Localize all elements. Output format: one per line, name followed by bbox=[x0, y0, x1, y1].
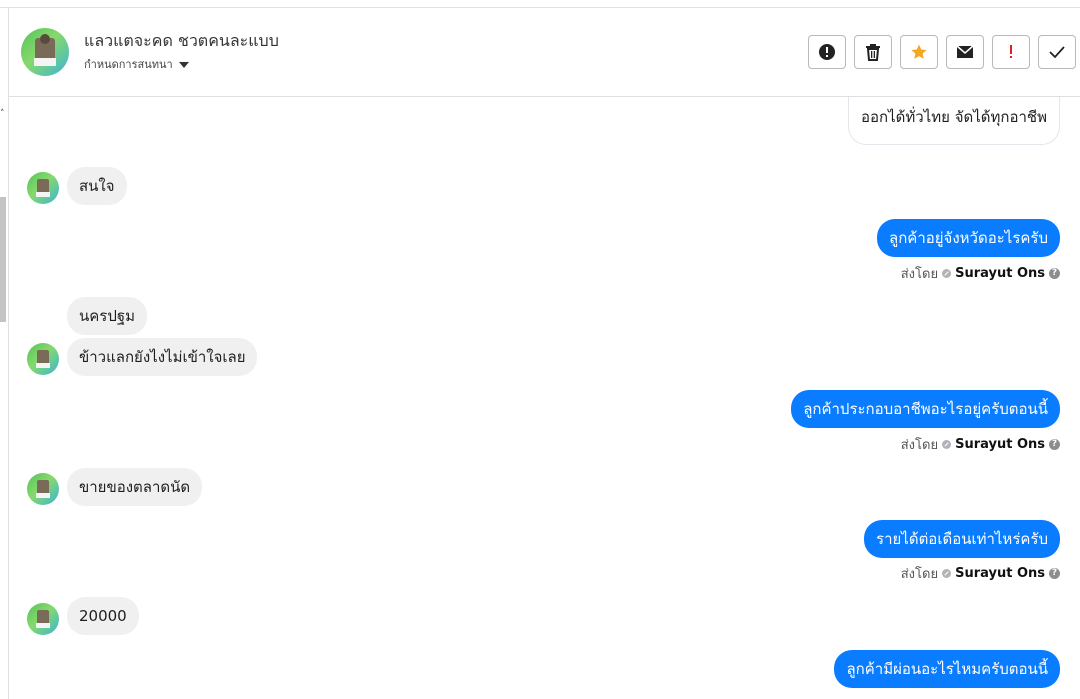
contact-avatar-small[interactable] bbox=[27, 473, 59, 505]
message-bubble-outgoing[interactable]: ลูกค้าประกอบอาชีพอะไรอยู่ครับตอนนี้ bbox=[791, 390, 1060, 428]
left-panel-scrollbar[interactable] bbox=[0, 197, 6, 322]
delete-button[interactable] bbox=[854, 35, 892, 69]
help-icon[interactable]: ? bbox=[1049, 268, 1060, 279]
contact-avatar[interactable] bbox=[21, 28, 69, 76]
sent-by-agent[interactable]: Surayut Ons bbox=[955, 437, 1045, 452]
conversation-setting-label: กำหนดการสนทนา bbox=[84, 58, 173, 71]
message-bubble-outgoing[interactable]: ลูกค้าอยู่จังหวัดอะไรครับ bbox=[877, 219, 1060, 257]
spam-button[interactable] bbox=[992, 35, 1030, 69]
help-icon[interactable]: ? bbox=[1049, 439, 1060, 450]
check-icon bbox=[1049, 46, 1065, 59]
sent-by-label: ส่งโดย bbox=[900, 438, 939, 453]
envelope-icon bbox=[956, 45, 974, 58]
report-button[interactable] bbox=[808, 35, 846, 69]
verified-dot-icon bbox=[942, 440, 952, 449]
contact-name[interactable]: แลวแตจะคด ชวตคนละแบบ bbox=[84, 29, 279, 54]
done-button[interactable] bbox=[1038, 35, 1076, 69]
message-thread[interactable]: ออกได้ทั่วไทย จัดได้ทุกอาชีพ สนใจ ลูกค้า… bbox=[9, 97, 1080, 699]
verified-dot-icon bbox=[942, 569, 952, 578]
star-button[interactable] bbox=[900, 35, 938, 69]
message-bubble-outgoing[interactable]: ลูกค้ามีผ่อนอะไรไหมครับตอนนี้ bbox=[834, 650, 1060, 688]
help-icon[interactable]: ? bbox=[1049, 568, 1060, 579]
trash-icon bbox=[866, 44, 880, 61]
verified-dot-icon bbox=[942, 269, 952, 278]
exclamation-circle-icon bbox=[819, 44, 835, 60]
message-bubble-incoming[interactable]: 20000 bbox=[67, 597, 139, 635]
message-bubble-incoming[interactable]: นครปฐม bbox=[67, 297, 148, 335]
sent-by-label: ส่งโดย bbox=[900, 567, 939, 582]
message-bubble-outgoing[interactable]: รายได้ต่อเดือนเท่าไหร่ครับ bbox=[864, 520, 1060, 558]
contact-avatar-small[interactable] bbox=[27, 172, 59, 204]
message-bubble-outgoing[interactable]: ออกได้ทั่วไทย จัดได้ทุกอาชีพ bbox=[848, 97, 1060, 145]
star-icon bbox=[911, 44, 927, 59]
contact-avatar-small[interactable] bbox=[27, 603, 59, 635]
sent-by-info: ส่งโดย Surayut Ons ? bbox=[901, 434, 1060, 455]
message-bubble-incoming[interactable]: ข้าวแลกยังไงไม่เข้าใจเลย bbox=[67, 338, 258, 376]
caret-up-icon: ˄ bbox=[0, 109, 5, 119]
sent-by-info: ส่งโดย Surayut Ons ? bbox=[901, 563, 1060, 584]
message-bubble-incoming[interactable]: ขายของตลาดนัด bbox=[67, 468, 203, 506]
sent-by-label: ส่งโดย bbox=[900, 267, 939, 282]
sent-by-info: ส่งโดย Surayut Ons ? bbox=[901, 263, 1060, 284]
contact-avatar-small[interactable] bbox=[27, 343, 59, 375]
exclamation-icon bbox=[1010, 45, 1012, 58]
sent-by-agent[interactable]: Surayut Ons bbox=[955, 266, 1045, 281]
mark-unread-button[interactable] bbox=[946, 35, 984, 69]
caret-down-icon bbox=[178, 62, 189, 68]
sent-by-agent[interactable]: Surayut Ons bbox=[955, 566, 1045, 581]
conversation-setting-dropdown[interactable]: กำหนดการสนทนา bbox=[84, 55, 189, 73]
conversation-header: แลวแตจะคด ชวตคนละแบบ กำหนดการสนทนา bbox=[9, 8, 1080, 97]
action-toolbar bbox=[808, 35, 1076, 69]
top-strip bbox=[0, 0, 1080, 8]
message-bubble-incoming[interactable]: สนใจ bbox=[67, 167, 127, 205]
